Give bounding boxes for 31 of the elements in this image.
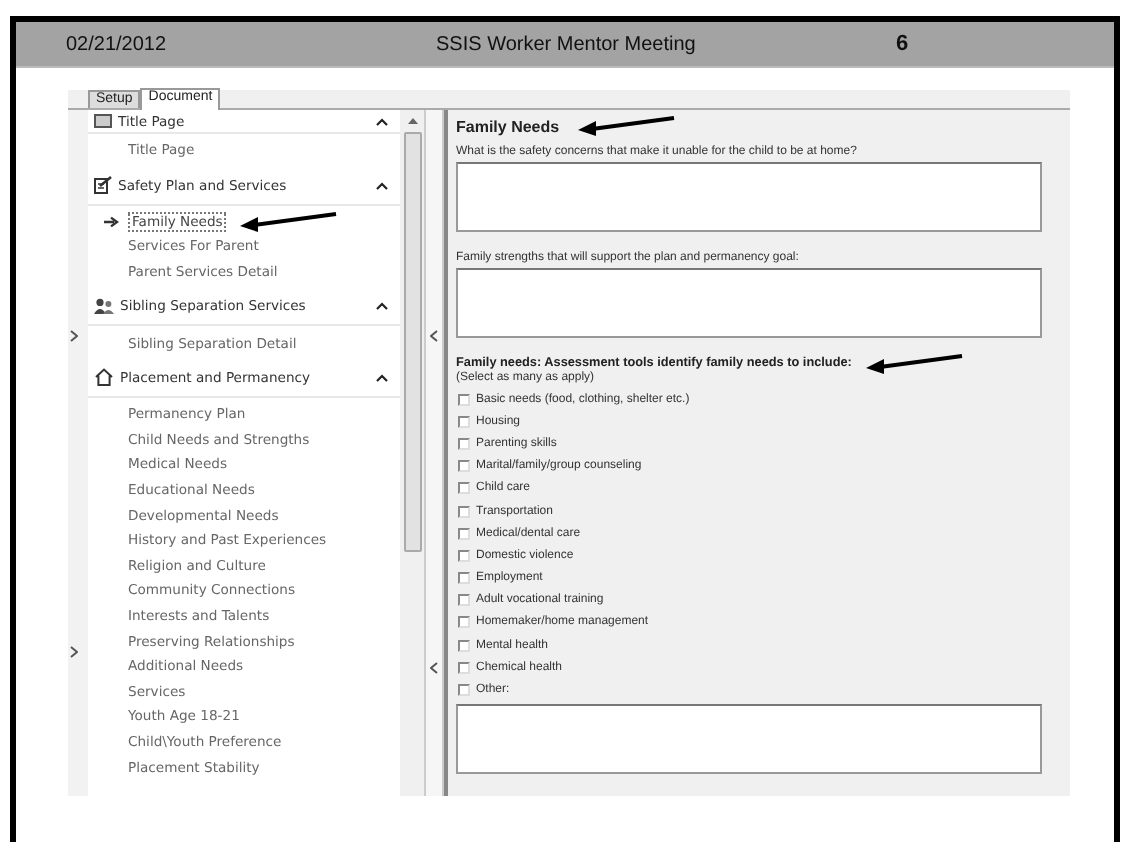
clipboard-icon	[94, 176, 112, 195]
form-title: Family Needs	[456, 117, 560, 135]
checkbox[interactable]	[458, 594, 470, 607]
page-number: 6	[896, 32, 909, 56]
text-area[interactable]	[456, 268, 1042, 338]
house-icon	[94, 368, 114, 387]
checkbox[interactable]	[458, 684, 470, 697]
collapse-chevron-icon[interactable]	[376, 373, 388, 382]
text-area[interactable]	[456, 703, 1042, 774]
text-area[interactable]	[456, 162, 1042, 232]
collapse-chevron-icon[interactable]	[376, 117, 388, 125]
slide-title: SSIS Worker Mentor Meeting	[436, 33, 698, 55]
people-icon	[94, 298, 114, 315]
checkbox[interactable]	[458, 639, 470, 652]
checkbox[interactable]	[458, 549, 470, 562]
document-icon	[94, 114, 112, 128]
scrollbar-thumb[interactable]	[403, 132, 422, 552]
slide-date: 02/21/2012	[66, 33, 169, 55]
checkbox[interactable]	[458, 661, 470, 674]
scroll-up-icon[interactable]	[407, 118, 418, 124]
checkbox[interactable]	[458, 616, 470, 629]
checkbox[interactable]	[458, 460, 470, 473]
checkbox[interactable]	[458, 505, 470, 518]
checkbox[interactable]	[458, 527, 470, 540]
checkbox[interactable]	[458, 393, 470, 406]
checkbox[interactable]	[458, 437, 470, 450]
collapse-chevron-icon[interactable]	[376, 302, 388, 311]
checkbox[interactable]	[458, 482, 470, 495]
collapse-chevron-icon[interactable]	[376, 181, 388, 190]
checkbox[interactable]	[458, 572, 470, 585]
checkbox[interactable]	[458, 415, 470, 428]
